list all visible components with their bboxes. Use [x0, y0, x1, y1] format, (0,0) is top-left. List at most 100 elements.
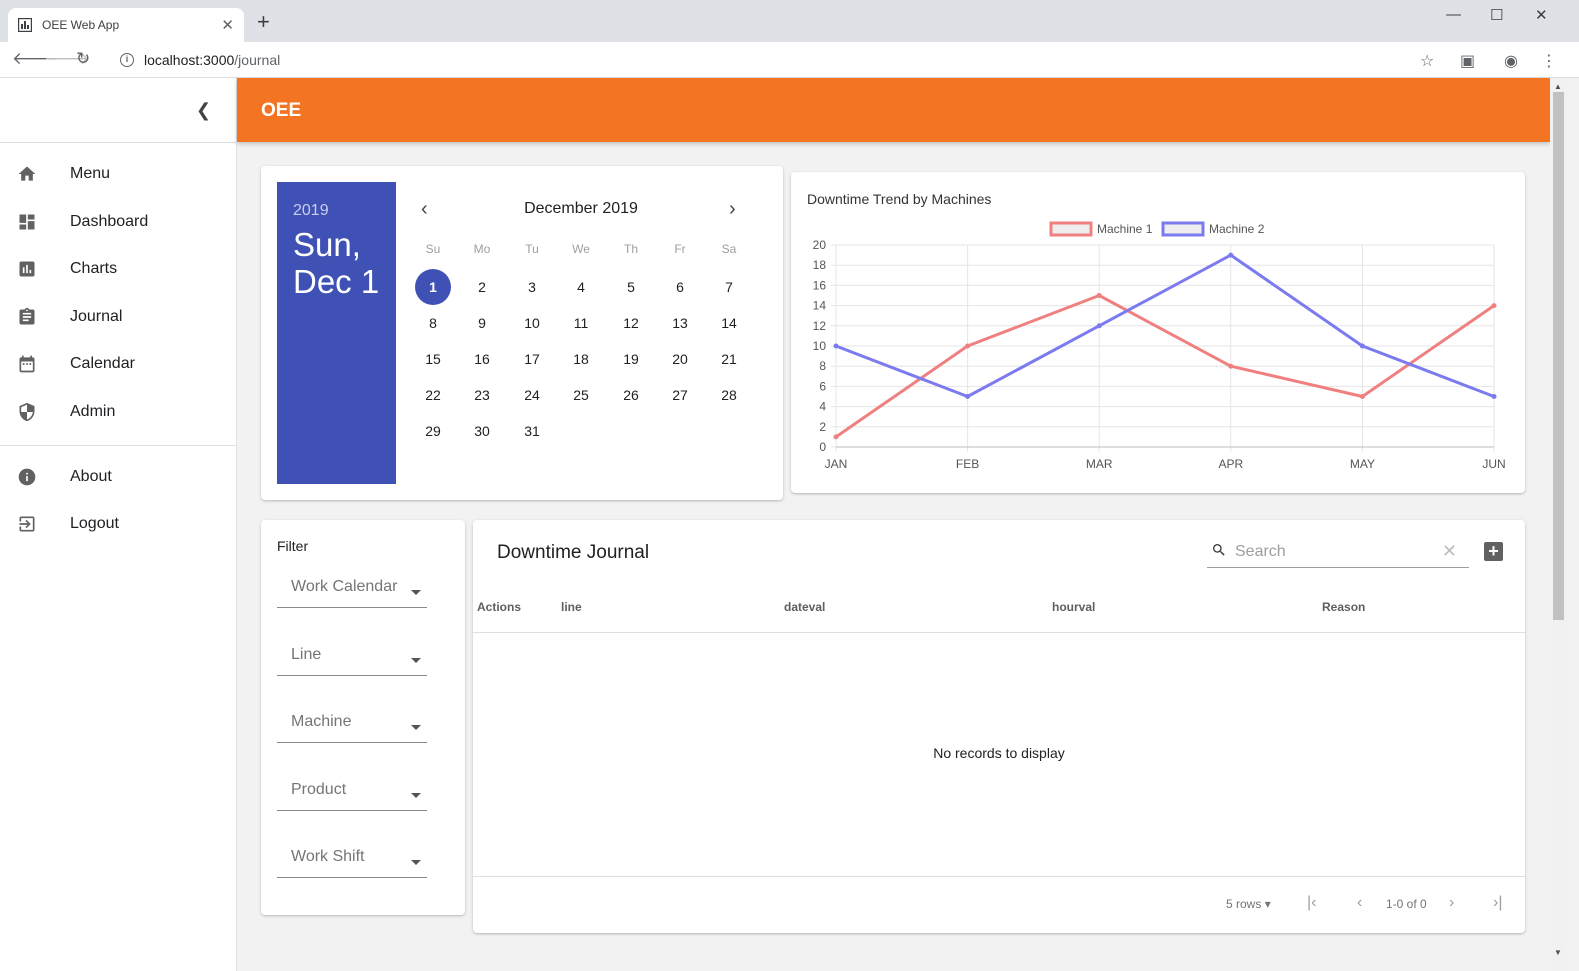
- new-tab-button[interactable]: +: [257, 11, 270, 33]
- line-select[interactable]: Line: [277, 640, 427, 676]
- next-month-icon[interactable]: ›: [729, 198, 736, 221]
- column-header-line[interactable]: line: [561, 600, 582, 614]
- calendar-day[interactable]: 8: [415, 305, 451, 341]
- rows-per-page-select[interactable]: 5 rows ▾: [1226, 897, 1271, 911]
- calendar-day[interactable]: 5: [613, 269, 649, 305]
- data-point: [965, 394, 971, 399]
- date-picker-card: 2019 Sun, Dec 1 ‹ December 2019 › Su Mo Tu…: [261, 166, 783, 500]
- calendar-day[interactable]: 10: [514, 305, 550, 341]
- table-footer-divider: [473, 876, 1525, 877]
- calendar-day[interactable]: 17: [514, 341, 550, 377]
- calendar-day[interactable]: 21: [711, 341, 747, 377]
- calendar-day[interactable]: 13: [662, 305, 698, 341]
- maximize-icon[interactable]: ☐: [1490, 6, 1503, 24]
- scroll-down-icon[interactable]: ▼: [1554, 948, 1562, 957]
- select-label: Product: [291, 781, 347, 798]
- product-select[interactable]: Product: [277, 775, 427, 811]
- x-tick-label: JAN: [825, 457, 848, 471]
- downtime-journal-card: Downtime Journal ✕ + Actions line dateva…: [473, 520, 1525, 933]
- calendar-day[interactable]: 12: [613, 305, 649, 341]
- calendar-day[interactable]: 28: [711, 377, 747, 413]
- calendar-day[interactable]: 26: [613, 377, 649, 413]
- scrollbar-thumb[interactable]: [1553, 92, 1564, 620]
- x-tick-label: APR: [1218, 457, 1243, 471]
- search-icon: [1213, 544, 1225, 556]
- extension-icon[interactable]: ▣: [1460, 51, 1475, 71]
- calendar-day-selected[interactable]: 1: [415, 269, 451, 305]
- column-header-dateval[interactable]: dateval: [784, 600, 825, 614]
- bar-chart-icon: [19, 261, 35, 277]
- sidebar-item-dashboard[interactable]: Dashboard: [0, 198, 236, 246]
- url-field[interactable]: i localhost:3000/journal: [108, 46, 1458, 74]
- profile-icon[interactable]: ◉: [1504, 51, 1518, 71]
- work-shift-select[interactable]: Work Shift: [277, 842, 427, 878]
- last-page-icon[interactable]: ›|: [1493, 894, 1502, 912]
- dashboard-icon: [19, 214, 35, 230]
- calendar-day[interactable]: 27: [662, 377, 698, 413]
- bookmark-star-icon[interactable]: ☆: [1420, 51, 1434, 71]
- calendar-day[interactable]: 11: [563, 305, 599, 341]
- calendar-day[interactable]: 30: [464, 413, 500, 449]
- previous-page-icon[interactable]: ‹: [1357, 894, 1362, 912]
- sidebar-item-admin[interactable]: Admin: [0, 388, 236, 436]
- page-scrollbar[interactable]: ▲ ▼: [1550, 78, 1567, 971]
- selected-date: Sun, Dec 1: [293, 226, 379, 300]
- search-input[interactable]: [1235, 540, 1435, 564]
- calendar-day[interactable]: 6: [662, 269, 698, 305]
- y-tick-label: 8: [819, 359, 826, 373]
- rows-per-page-label: 5 rows: [1226, 897, 1262, 911]
- calendar-day[interactable]: 4: [563, 269, 599, 305]
- calendar-day[interactable]: 2: [464, 269, 500, 305]
- sidebar-item-logout[interactable]: Logout: [0, 500, 236, 548]
- first-page-icon[interactable]: |‹: [1307, 894, 1316, 912]
- minimize-icon[interactable]: —: [1446, 6, 1461, 23]
- column-header-reason[interactable]: Reason: [1322, 600, 1365, 614]
- calendar-day[interactable]: 20: [662, 341, 698, 377]
- tab-close-icon[interactable]: ✕: [221, 16, 234, 34]
- calendar-day[interactable]: 19: [613, 341, 649, 377]
- calendar-day[interactable]: 24: [514, 377, 550, 413]
- calendar-day[interactable]: 18: [563, 341, 599, 377]
- add-record-button[interactable]: +: [1484, 542, 1503, 561]
- next-page-icon[interactable]: ›: [1449, 894, 1454, 912]
- machine-select[interactable]: Machine: [277, 707, 427, 743]
- calendar-day[interactable]: 22: [415, 377, 451, 413]
- data-point: [1359, 343, 1365, 349]
- column-header-actions[interactable]: Actions: [477, 600, 521, 614]
- sidebar-item-journal[interactable]: Journal: [0, 293, 236, 341]
- browser-menu-icon[interactable]: ⋮: [1541, 51, 1557, 71]
- sidebar-item-calendar[interactable]: Calendar: [0, 340, 236, 388]
- select-label: Line: [291, 646, 322, 663]
- reload-icon[interactable]: ↻: [76, 50, 90, 68]
- page-info: 1-0 of 0: [1386, 897, 1427, 911]
- calendar-day[interactable]: 31: [514, 413, 550, 449]
- date-picker-header: 2019 Sun, Dec 1: [277, 182, 396, 484]
- calendar-day[interactable]: 25: [563, 377, 599, 413]
- dropdown-arrow-icon: [411, 793, 421, 798]
- browser-tab[interactable]: OEE Web App ✕: [8, 8, 244, 42]
- sidebar-item-menu[interactable]: Menu: [0, 150, 236, 198]
- collapse-sidebar-icon[interactable]: ❮: [196, 100, 211, 121]
- sidebar-item-charts[interactable]: Charts: [0, 245, 236, 293]
- calendar-day[interactable]: 3: [514, 269, 550, 305]
- calendar-day[interactable]: 29: [415, 413, 451, 449]
- clear-search-icon[interactable]: ✕: [1442, 541, 1457, 562]
- calendar-day[interactable]: 9: [464, 305, 500, 341]
- calendar-day[interactable]: 23: [464, 377, 500, 413]
- work-calendar-select[interactable]: Work Calendar: [277, 572, 427, 608]
- select-label: Machine: [291, 713, 352, 730]
- sidebar-item-about[interactable]: About: [0, 453, 236, 501]
- window-close-icon[interactable]: ✕: [1535, 6, 1548, 24]
- selected-year[interactable]: 2019: [293, 202, 329, 220]
- site-info-icon[interactable]: i: [120, 53, 134, 67]
- calendar-day[interactable]: 16: [464, 341, 500, 377]
- data-point: [1228, 363, 1234, 369]
- filter-card: Filter Work Calendar Line Machine Produc…: [261, 520, 465, 915]
- empty-table-message: No records to display: [933, 745, 1065, 761]
- column-header-hourval[interactable]: hourval: [1052, 600, 1095, 614]
- calendar-day[interactable]: 7: [711, 269, 747, 305]
- calendar-day[interactable]: 14: [711, 305, 747, 341]
- scroll-up-icon[interactable]: ▲: [1554, 82, 1562, 91]
- browser-tab-strip: OEE Web App ✕ + — ☐ ✕: [0, 0, 1579, 42]
- calendar-day[interactable]: 15: [415, 341, 451, 377]
